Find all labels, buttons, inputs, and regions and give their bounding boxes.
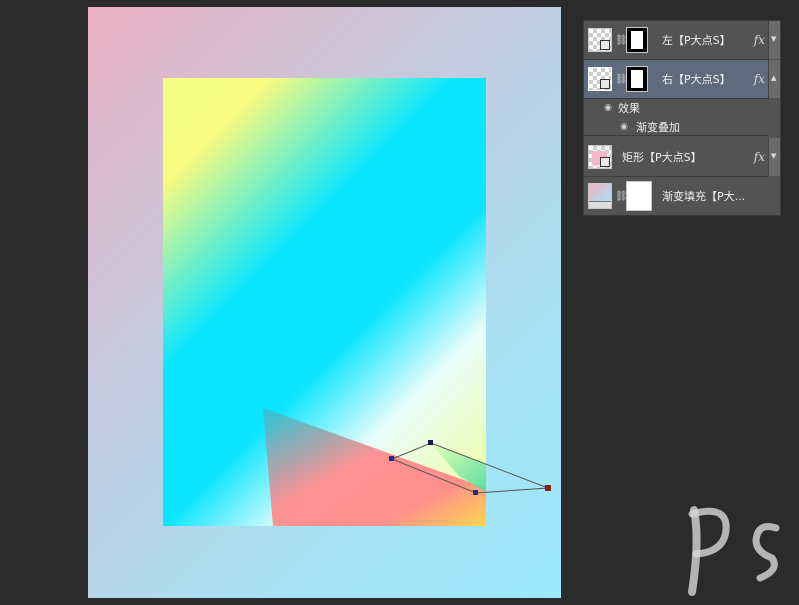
layer-row-rectangle[interactable]: 矩形【P大点S】 fx	[584, 138, 769, 177]
link-icon[interactable]: ⛓	[615, 35, 628, 46]
layer-row-right[interactable]: ⛓ 右【P大点S】 fx	[584, 60, 769, 99]
fx-icon[interactable]: fx	[754, 150, 765, 164]
fx-icon[interactable]: fx	[754, 72, 765, 86]
vector-mask-thumbnail[interactable]	[626, 27, 648, 53]
shape-layer-icon	[600, 40, 610, 50]
fx-dropdown[interactable]: ▼	[768, 138, 780, 176]
vector-mask-thumbnail[interactable]	[626, 66, 648, 92]
transform-handle[interactable]	[473, 490, 478, 495]
layer-thumbnail	[588, 145, 612, 169]
layer-mask-thumbnail[interactable]	[626, 181, 652, 211]
shape-layer-icon	[600, 157, 610, 167]
fx-dropdown[interactable]: ▼	[768, 21, 780, 59]
transform-handle[interactable]	[389, 456, 394, 461]
eye-icon[interactable]: ◉	[618, 122, 630, 132]
layer-name: 右【P大点S】	[662, 73, 731, 86]
shape-layer-icon	[600, 79, 610, 89]
effect-name: 渐变叠加	[636, 120, 680, 134]
fx-dropdown[interactable]: ▲	[768, 60, 780, 98]
layer-thumbnail	[588, 67, 612, 91]
layer-row-gradient-fill[interactable]: ⛓ 渐变填充【P大...	[584, 177, 769, 215]
layer-name: 矩形【P大点S】	[622, 151, 702, 164]
link-icon[interactable]: ⛓	[615, 191, 628, 202]
fx-icon[interactable]: fx	[754, 33, 765, 47]
effects-row[interactable]: ◉ 效果	[584, 99, 769, 117]
layer-name: 渐变填充【P大...	[662, 190, 746, 203]
link-icon[interactable]: ⛓	[615, 74, 628, 85]
layer-thumbnail	[588, 28, 612, 52]
layers-panel: ⛓ 左【P大点S】 fx ▼ ⛓ 右【P大点S】 fx ▲ ◉ 效果 ◉ 渐变叠…	[583, 20, 781, 216]
transform-handle[interactable]	[428, 440, 433, 445]
transform-handle[interactable]	[545, 485, 551, 491]
layer-name: 左【P大点S】	[662, 34, 731, 47]
effect-gradient-overlay[interactable]: ◉ 渐变叠加	[584, 118, 769, 136]
watermark-logo	[680, 500, 790, 600]
eye-icon[interactable]: ◉	[602, 103, 614, 113]
effects-label: 效果	[618, 102, 640, 115]
gradient-fill-thumbnail	[588, 183, 612, 209]
layer-row-left[interactable]: ⛓ 左【P大点S】 fx	[584, 21, 769, 60]
